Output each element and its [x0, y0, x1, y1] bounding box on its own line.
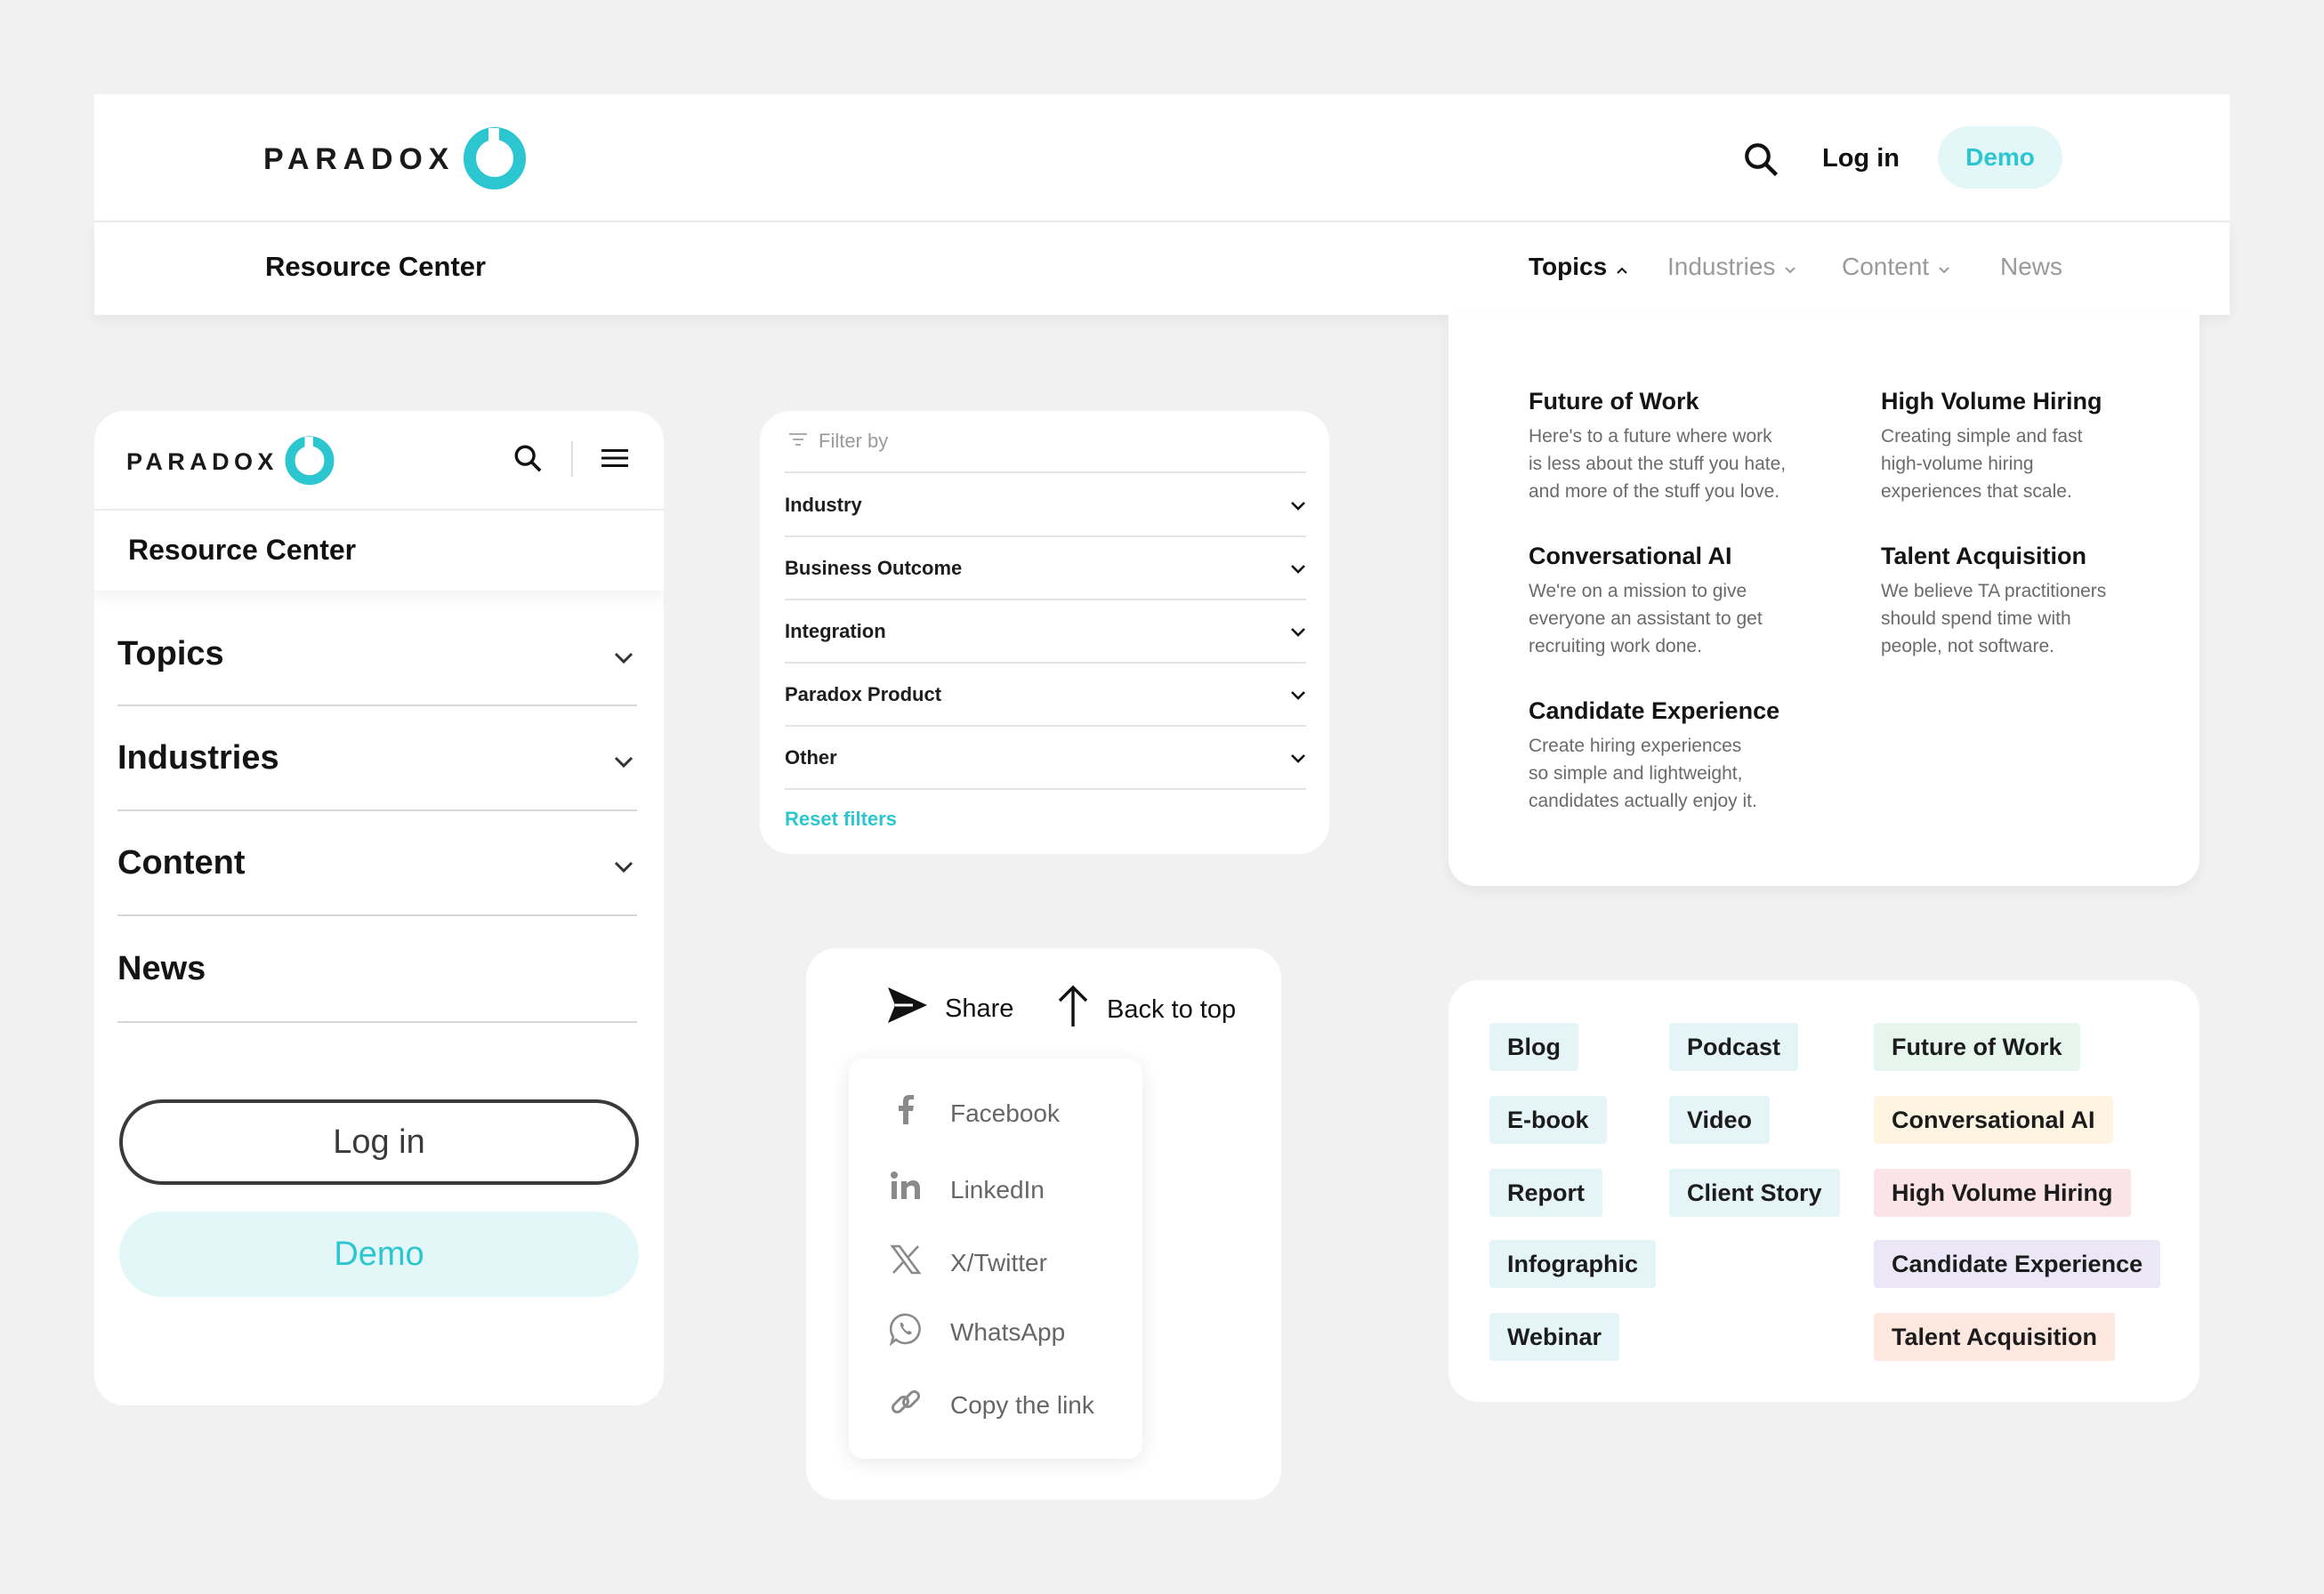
chevron-down-icon	[614, 635, 633, 673]
desktop-header: PARADOX Log in Demo	[94, 94, 2230, 222]
share-whatsapp[interactable]: WhatsApp	[888, 1311, 1065, 1353]
resource-nav-bar: Resource Center Topics Industries Conten…	[94, 222, 2230, 315]
linkedin-icon	[888, 1169, 924, 1211]
filter-industry[interactable]: Industry	[785, 474, 1306, 537]
tag-infographic[interactable]: Infographic	[1489, 1240, 1656, 1288]
chevron-down-icon	[1290, 557, 1306, 580]
tag-blog[interactable]: Blog	[1489, 1023, 1578, 1071]
chevron-down-icon	[1784, 253, 1796, 281]
chevron-down-icon	[1938, 253, 1950, 281]
tag-report[interactable]: Report	[1489, 1169, 1602, 1217]
tag-conversational-ai[interactable]: Conversational AI	[1874, 1096, 2113, 1144]
tag-high-volume-hiring[interactable]: High Volume Hiring	[1874, 1169, 2131, 1217]
tags-panel: Blog E-book Report Infographic Webinar P…	[1448, 980, 2199, 1402]
paradox-ring-icon	[284, 434, 335, 490]
x-twitter-icon	[888, 1242, 924, 1284]
filter-header: Filter by	[785, 411, 1306, 473]
login-link[interactable]: Log in	[1822, 144, 1900, 173]
chevron-down-icon	[614, 739, 633, 777]
tag-candidate-experience[interactable]: Candidate Experience	[1874, 1240, 2161, 1288]
nav-content[interactable]: Content	[1842, 253, 1950, 281]
facebook-icon	[888, 1092, 924, 1134]
tag-video[interactable]: Video	[1669, 1096, 1771, 1144]
back-to-top-button[interactable]: Back to top	[1055, 984, 1236, 1035]
share-facebook[interactable]: Facebook	[888, 1092, 1060, 1134]
filter-business-outcome[interactable]: Business Outcome	[785, 537, 1306, 600]
filter-other[interactable]: Other	[785, 727, 1306, 790]
topic-talent-acquisition[interactable]: Talent Acquisition We believe TA practit…	[1881, 543, 2183, 660]
hamburger-menu-icon[interactable]	[600, 445, 630, 476]
link-icon	[888, 1384, 924, 1426]
mobile-section-bar: Resource Center	[94, 511, 664, 591]
chevron-down-icon	[1290, 494, 1306, 517]
nav-news[interactable]: News	[2000, 253, 2062, 281]
tag-talent-acquisition[interactable]: Talent Acquisition	[1874, 1313, 2116, 1361]
chevron-down-icon	[1290, 620, 1306, 643]
accordion-content[interactable]: Content	[117, 811, 637, 916]
reset-filters-link[interactable]: Reset filters	[785, 808, 897, 831]
page-title: Resource Center	[265, 251, 487, 282]
tag-podcast[interactable]: Podcast	[1669, 1023, 1799, 1071]
whatsapp-icon	[888, 1311, 924, 1353]
topic-future-of-work[interactable]: Future of Work Here's to a future where …	[1529, 388, 1831, 505]
search-icon[interactable]	[512, 443, 543, 478]
topics-dropdown: Future of Work Here's to a future where …	[1448, 315, 2199, 886]
filter-panel: Filter by Industry Business Outcome Inte…	[760, 411, 1329, 854]
chevron-down-icon	[1290, 683, 1306, 706]
mobile-header: PARADOX	[94, 411, 664, 511]
share-copy-link[interactable]: Copy the link	[888, 1384, 1094, 1426]
tag-client-story[interactable]: Client Story	[1669, 1169, 1840, 1217]
accordion-topics[interactable]: Topics	[117, 603, 637, 706]
accordion-news[interactable]: News	[117, 916, 637, 1023]
topic-high-volume-hiring[interactable]: High Volume Hiring Creating simple and f…	[1881, 388, 2183, 505]
search-icon[interactable]	[1742, 141, 1779, 182]
demo-button[interactable]: Demo	[119, 1212, 639, 1297]
send-icon	[886, 986, 929, 1032]
tag-future-of-work[interactable]: Future of Work	[1874, 1023, 2080, 1071]
paradox-logo[interactable]: PARADOX	[263, 125, 528, 195]
filter-icon	[788, 431, 808, 452]
filter-paradox-product[interactable]: Paradox Product	[785, 664, 1306, 727]
share-button[interactable]: Share	[886, 986, 1013, 1032]
accordion-industries[interactable]: Industries	[117, 706, 637, 811]
share-menu: Facebook LinkedIn X/Twitter WhatsApp Cop…	[849, 1059, 1142, 1459]
share-linkedin[interactable]: LinkedIn	[888, 1169, 1045, 1211]
page-title: Resource Center	[128, 534, 357, 566]
divider	[571, 441, 573, 477]
paradox-logo[interactable]: PARADOX	[126, 434, 335, 490]
filter-integration[interactable]: Integration	[785, 600, 1306, 664]
chevron-down-icon	[1290, 746, 1306, 769]
chevron-down-icon	[614, 844, 633, 882]
arrow-up-icon	[1055, 984, 1091, 1035]
nav-topics[interactable]: Topics	[1529, 253, 1628, 281]
paradox-ring-icon	[462, 125, 528, 195]
share-x-twitter[interactable]: X/Twitter	[888, 1242, 1047, 1284]
demo-button[interactable]: Demo	[1938, 126, 2062, 189]
login-button[interactable]: Log in	[119, 1099, 639, 1185]
share-panel: Share Back to top Facebook LinkedIn X/Tw…	[806, 948, 1281, 1500]
mobile-menu: PARADOX Resource Center Topics Industrie…	[94, 411, 664, 1405]
topic-conversational-ai[interactable]: Conversational AI We're on a mission to …	[1529, 543, 1831, 660]
tag-ebook[interactable]: E-book	[1489, 1096, 1607, 1144]
tag-webinar[interactable]: Webinar	[1489, 1313, 1620, 1361]
nav-industries[interactable]: Industries	[1667, 253, 1796, 281]
topic-candidate-experience[interactable]: Candidate Experience Create hiring exper…	[1529, 697, 1831, 815]
chevron-up-icon	[1616, 253, 1628, 281]
